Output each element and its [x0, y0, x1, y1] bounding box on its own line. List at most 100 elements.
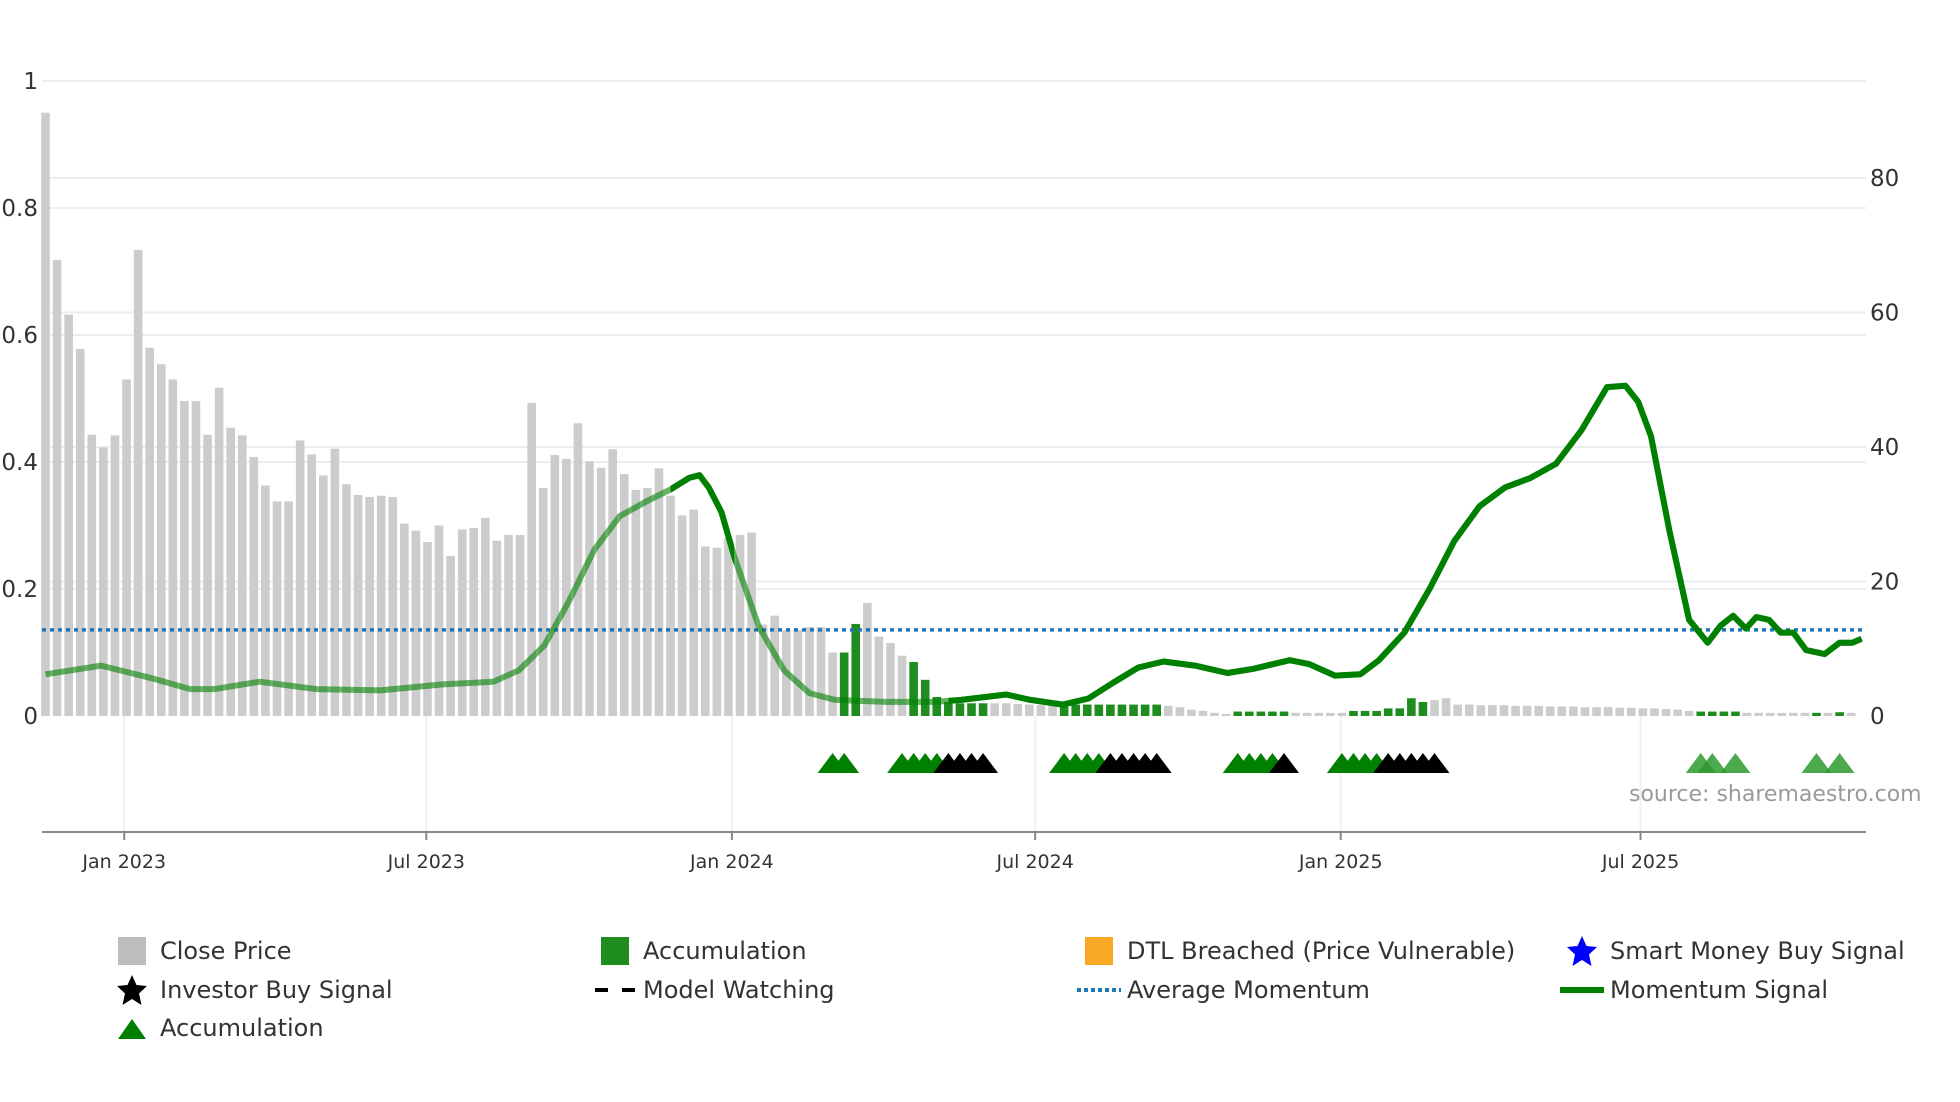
close-price-bar: [562, 458, 571, 716]
right-tick-label: 60: [1870, 301, 1899, 327]
close-price-bar: [1476, 705, 1486, 716]
accumulation-bar: [1708, 711, 1717, 716]
accumulation-bar: [978, 703, 988, 716]
close-price-bar: [886, 642, 895, 716]
left-tick-label: 0.6: [1, 323, 38, 349]
legend-label: Average Momentum: [1127, 976, 1370, 1004]
close-price-bar: [1198, 710, 1208, 716]
legend-item[interactable]: DTL Breached (Price Vulnerable): [1077, 934, 1515, 968]
close-price-bar: [156, 364, 166, 716]
legend-label: Smart Money Buy Signal: [1610, 937, 1905, 965]
left-tick-label: 0: [23, 704, 38, 730]
momentum-line-faded: [45, 382, 1863, 708]
close-price-bar: [342, 484, 351, 716]
close-price-bar: [654, 468, 664, 716]
close-price-bar: [1163, 705, 1173, 716]
close-price-bar: [828, 652, 837, 716]
close-price-bar: [677, 515, 687, 716]
close-price-bar: [1430, 700, 1439, 716]
accumulation-bar: [1407, 698, 1416, 716]
close-price-bar: [110, 435, 120, 716]
close-price-bar: [1337, 712, 1347, 716]
close-price-bar: [133, 249, 143, 716]
accumulation-bar: [1082, 704, 1092, 716]
dash-line-icon: [593, 975, 637, 1005]
close-price-bar: [1569, 706, 1578, 716]
accumulation-bar: [1395, 708, 1405, 716]
close-price-bar: [214, 387, 224, 716]
close-price-bar: [666, 495, 675, 716]
close-price-bar: [457, 529, 467, 716]
close-price-bar: [1175, 707, 1185, 716]
x-tick-label: Jul 2025: [1601, 851, 1679, 873]
left-tick-label: 0.4: [1, 450, 38, 476]
accumulation-bar: [1418, 702, 1428, 716]
accumulation-bar: [1233, 711, 1243, 716]
close-price-bar: [712, 547, 722, 716]
legend-item[interactable]: Accumulation: [110, 1011, 324, 1045]
close-price-bar: [631, 489, 641, 716]
right-tick-label: 80: [1870, 166, 1899, 192]
close-price-bar: [180, 401, 189, 716]
legend-item[interactable]: Model Watching: [593, 973, 835, 1007]
close-price-bar: [1638, 708, 1648, 716]
close-price-bar: [1291, 712, 1300, 716]
close-price-bar: [1499, 705, 1509, 716]
close-price-bar: [1615, 707, 1624, 716]
close-price-bar: [805, 627, 814, 716]
close-price-bar: [87, 434, 97, 716]
close-price-bar: [64, 314, 73, 716]
close-price-bar: [1441, 698, 1451, 716]
close-price-bar: [295, 440, 305, 716]
close-price-bar: [1777, 712, 1787, 716]
accumulation-bar: [1152, 704, 1161, 716]
x-tick-label: Jan 2025: [1298, 851, 1383, 873]
close-price-bar: [1001, 703, 1011, 716]
close-price-bar: [990, 703, 999, 716]
close-price-bar: [249, 456, 259, 716]
legend-item[interactable]: Investor Buy Signal: [110, 973, 393, 1007]
close-price-bar: [1626, 707, 1636, 716]
close-price-bar: [1534, 705, 1543, 716]
legend-item[interactable]: Average Momentum: [1077, 973, 1370, 1007]
legend-item[interactable]: Smart Money Buy Signal: [1560, 934, 1905, 968]
x-tick-label: Jul 2023: [387, 851, 465, 873]
legend-label: Momentum Signal: [1610, 976, 1829, 1004]
accumulation-bar: [1372, 710, 1381, 716]
close-price-bar: [1221, 714, 1231, 716]
close-price-bar: [469, 528, 479, 716]
close-price-bar: [1302, 712, 1312, 716]
close-price-bar: [376, 495, 386, 716]
left-tick-label: 1: [23, 69, 38, 95]
accumulation-bar: [1731, 711, 1740, 716]
accumulation-triangle: [1720, 753, 1751, 773]
legend-item[interactable]: Accumulation: [593, 934, 807, 968]
legend-item[interactable]: Close Price: [110, 934, 292, 968]
square-icon: [593, 936, 637, 966]
close-price-bar: [481, 517, 490, 716]
close-price-bar: [1187, 709, 1196, 716]
close-price-bar: [330, 448, 340, 716]
close-price-bar: [388, 496, 398, 716]
close-price-bar: [1025, 704, 1034, 716]
close-price-bar: [1464, 704, 1474, 716]
momentum-line-group: [45, 382, 1863, 708]
square-icon: [1077, 936, 1121, 966]
close-price-bar: [1557, 706, 1567, 716]
close-price-bar: [504, 535, 513, 716]
close-price-bar: [1036, 705, 1046, 716]
close-price-bar: [191, 401, 201, 716]
accumulation-bar: [1106, 704, 1115, 716]
close-price-bar: [643, 488, 652, 716]
close-price-bar: [747, 532, 756, 716]
legend-item[interactable]: Momentum Signal: [1560, 973, 1828, 1007]
signal-markers: [817, 753, 1855, 773]
legend-label: Model Watching: [643, 976, 835, 1004]
close-price-bar: [319, 475, 328, 716]
dotted-line-icon: [1077, 975, 1121, 1005]
close-price-bar: [1765, 712, 1775, 716]
accumulation-bar: [1812, 712, 1821, 716]
close-price-bar: [75, 348, 85, 716]
close-price-bar: [1846, 712, 1856, 716]
close-price-bar: [1580, 707, 1590, 716]
